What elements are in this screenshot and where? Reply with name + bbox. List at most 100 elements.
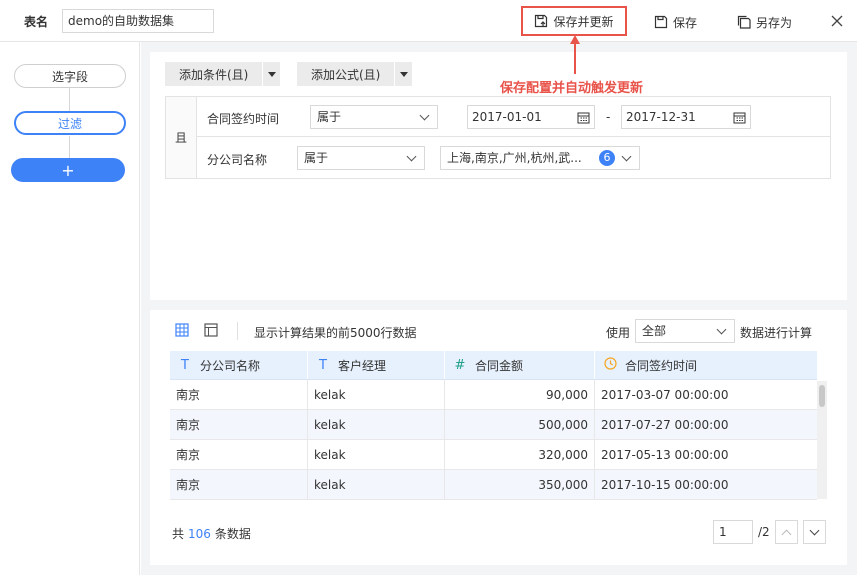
- operator-value: 属于: [317, 110, 342, 124]
- condition-row: 分公司名称 属于 上海,南京,广州,杭州,武... 6: [197, 138, 830, 178]
- table-name-input[interactable]: demo的自助数据集: [62, 9, 214, 33]
- table-cell: kelak: [308, 380, 445, 409]
- save-as-icon: [737, 15, 751, 29]
- date-start-value: 2017-01-01: [472, 110, 542, 124]
- column-header[interactable]: T 客户经理: [308, 351, 445, 379]
- column-name: 客户经理: [338, 358, 387, 373]
- close-icon: [831, 15, 843, 27]
- save-and-update-label: 保存并更新: [553, 14, 614, 29]
- range-separator: -: [606, 110, 611, 124]
- column-name: 合同金额: [475, 358, 524, 373]
- chevron-down-icon: [419, 110, 430, 120]
- row-count-prefix: 共: [172, 527, 185, 541]
- chevron-down-icon: [621, 151, 632, 161]
- row-count-suffix: 条数据: [214, 527, 251, 541]
- table-cell: 2017-10-15 00:00:00: [601, 477, 729, 492]
- date-end-value: 2017-12-31: [626, 110, 696, 124]
- row-scope-value: 全部: [642, 324, 667, 338]
- table-cell: 90,000: [445, 380, 595, 409]
- table-view-icon[interactable]: [175, 323, 189, 337]
- column-header[interactable]: 合同签约时间: [595, 351, 817, 379]
- add-formula-dropdown[interactable]: 添加公式(且): [297, 62, 413, 86]
- table-cell: 350,000: [445, 470, 595, 499]
- table-cell: kelak: [308, 470, 445, 499]
- scrollbar-thumb[interactable]: [819, 385, 825, 407]
- selected-count-badge: 6: [599, 150, 615, 166]
- save-and-update-button[interactable]: 保存并更新: [521, 6, 627, 36]
- table-cell: 南京: [170, 440, 308, 469]
- main-area: 添加条件(且) 添加公式(且) 保存配置并自动触发更新 且 合同签约时间 属于 …: [141, 35, 857, 575]
- column-name: 合同签约时间: [625, 358, 698, 373]
- chevron-down-icon: [406, 151, 417, 161]
- value-multiselect[interactable]: 上海,南京,广州,杭州,武... 6: [440, 146, 640, 170]
- table-cell: 南京: [170, 470, 308, 499]
- condition-row: 合同签约时间 属于 2017-01-01 - 2017-12-31: [197, 97, 830, 137]
- condition-group: 且 合同签约时间 属于 2017-01-01 - 2017-12-31 分公司名…: [165, 96, 831, 179]
- table-row: 南京 kelak 500,000 2017-07-27 00:00:00: [170, 410, 817, 440]
- next-page-button[interactable]: [803, 520, 826, 544]
- flow-connector: [69, 136, 70, 158]
- page-total: /2: [758, 525, 770, 539]
- result-table: T 分公司名称 T 客户经理 # 合同金额 合同签约时间 南京 kelak 90…: [170, 351, 817, 500]
- column-header[interactable]: # 合同金额: [445, 351, 595, 379]
- close-button[interactable]: [828, 10, 846, 32]
- add-condition-dropdown[interactable]: 添加条件(且): [165, 62, 281, 86]
- row-count: 共 106 条数据: [172, 525, 251, 542]
- text-type-icon: T: [181, 357, 189, 373]
- table-cell: kelak: [308, 410, 445, 439]
- table-cell: 2017-05-13 00:00:00: [601, 447, 729, 462]
- column-header[interactable]: T 分公司名称: [170, 351, 308, 379]
- step-sidebar: 选字段 过滤 +: [0, 42, 140, 575]
- calc-label: 数据进行计算: [740, 326, 813, 340]
- save-as-label: 另存为: [756, 15, 793, 30]
- add-formula-label: 添加公式(且): [311, 67, 381, 82]
- logic-and-label: 且: [166, 97, 197, 178]
- prev-page-button[interactable]: [775, 520, 798, 544]
- annotation-arrow-icon: [570, 35, 580, 74]
- table-cell: 320,000: [445, 440, 595, 469]
- add-condition-label: 添加条件(且): [179, 67, 249, 82]
- step-select-fields[interactable]: 选字段: [14, 64, 126, 88]
- operator-select[interactable]: 属于: [297, 146, 425, 170]
- chevron-down-icon: [716, 324, 727, 334]
- row-scope-select[interactable]: 全部: [635, 319, 735, 343]
- table-row: 南京 kelak 90,000 2017-03-07 00:00:00: [170, 380, 817, 410]
- table-cell: 500,000: [445, 410, 595, 439]
- chevron-down-icon: [809, 525, 820, 535]
- table-cell: 2017-07-27 00:00:00: [601, 417, 729, 432]
- table-row: 南京 kelak 320,000 2017-05-13 00:00:00: [170, 440, 817, 470]
- dropdown-arrow-icon[interactable]: [262, 62, 280, 86]
- row-count-total: 106: [188, 527, 211, 541]
- text-type-icon: T: [319, 357, 327, 373]
- condition-field-label: 合同签约时间: [207, 112, 280, 126]
- save-as-button[interactable]: 另存为: [737, 8, 792, 36]
- operator-value: 属于: [304, 151, 329, 165]
- save-update-icon: [535, 14, 548, 28]
- page-number-input[interactable]: 1: [713, 520, 753, 544]
- table-row: 南京 kelak 350,000 2017-10-15 00:00:00: [170, 470, 817, 500]
- result-panel: 显示计算结果的前5000行数据 使用 全部 数据进行计算 T 分公司名称 T 客…: [150, 310, 847, 565]
- date-start-input[interactable]: 2017-01-01: [467, 105, 595, 129]
- use-label: 使用: [606, 326, 631, 340]
- add-step-button[interactable]: +: [11, 158, 125, 182]
- toolbar-divider: [237, 322, 238, 340]
- table-header: T 分公司名称 T 客户经理 # 合同金额 合同签约时间: [170, 351, 817, 380]
- selected-values: 上海,南京,广州,杭州,武...: [447, 151, 582, 165]
- table-cell: 2017-03-07 00:00:00: [601, 387, 729, 402]
- card-view-icon[interactable]: [204, 323, 218, 337]
- date-end-input[interactable]: 2017-12-31: [621, 105, 751, 129]
- result-toolbar: 显示计算结果的前5000行数据 使用 全部 数据进行计算: [150, 310, 847, 350]
- table-name-label: 表名: [24, 15, 49, 29]
- calendar-icon[interactable]: [733, 111, 746, 124]
- save-button[interactable]: 保存: [654, 8, 697, 36]
- step-filter[interactable]: 过滤: [14, 111, 126, 135]
- condition-field-label: 分公司名称: [207, 153, 268, 167]
- column-name: 分公司名称: [200, 358, 261, 373]
- table-cell: 南京: [170, 410, 308, 439]
- operator-select[interactable]: 属于: [310, 105, 438, 129]
- table-cell: 南京: [170, 380, 308, 409]
- clock-icon: [601, 356, 619, 374]
- calendar-icon[interactable]: [577, 111, 590, 124]
- table-scrollbar[interactable]: [817, 381, 827, 499]
- dropdown-arrow-icon[interactable]: [394, 62, 412, 86]
